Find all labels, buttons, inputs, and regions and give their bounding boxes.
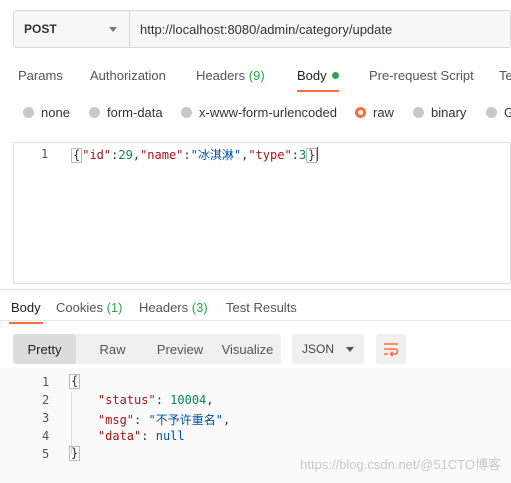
tab-label: Te: [499, 68, 511, 83]
brace-close: }: [306, 148, 318, 163]
tab-label: Test Results: [226, 300, 297, 315]
code-line: {"id":29,"name":"冰淇淋","type":3}: [71, 146, 319, 163]
cookies-count: (1): [106, 300, 123, 315]
wrap-lines-icon: [384, 343, 399, 357]
view-visualize-button[interactable]: Visualize: [214, 334, 281, 364]
radio-circle-icon: [89, 107, 100, 118]
tab-headers[interactable]: Headers (9): [196, 68, 265, 83]
tab-label: Headers: [196, 68, 246, 83]
tab-authorization[interactable]: Authorization: [90, 68, 166, 83]
tab-label: Body: [11, 300, 41, 315]
chevron-down-icon: [109, 26, 117, 32]
wrap-lines-button[interactable]: [376, 334, 406, 364]
tab-label: Pre-request Script: [369, 68, 474, 83]
method-label: POST: [24, 22, 57, 36]
url-input[interactable]: http://localhost:8080/admin/category/upd…: [130, 11, 510, 47]
json-key: "id": [82, 148, 112, 162]
json-key: "type": [248, 148, 292, 162]
json-key: "status": [97, 393, 156, 407]
view-mode-selector: Pretty Raw Preview Visualize: [13, 334, 281, 364]
json-key: "msg": [97, 413, 135, 427]
view-preview-button[interactable]: Preview: [146, 334, 214, 364]
modified-dot-icon: [331, 72, 339, 79]
view-raw-button[interactable]: Raw: [81, 334, 144, 364]
radio-urlencoded[interactable]: x-www-form-urlencoded: [181, 105, 337, 120]
response-line: "status": 10004,: [97, 393, 214, 407]
response-line: "msg": "不予许重名",: [97, 413, 231, 427]
json-value: "冰淇淋": [190, 148, 242, 162]
radio-label: raw: [373, 105, 394, 120]
headers-count: (3): [191, 300, 208, 315]
body-type-options: none form-data x-www-form-urlencoded raw…: [0, 103, 511, 123]
pane-divider[interactable]: [0, 289, 511, 290]
request-body-editor[interactable]: 1 {"id":29,"name":"冰淇淋","type":3}: [13, 142, 511, 284]
radio-label: none: [41, 105, 70, 120]
radio-binary[interactable]: binary: [413, 105, 466, 120]
method-select[interactable]: POST: [14, 11, 130, 47]
json-value: 29: [118, 148, 133, 162]
request-bar: POST http://localhost:8080/admin/categor…: [13, 10, 511, 48]
line-number: 1: [42, 375, 50, 389]
brace-open: {: [69, 374, 81, 389]
json-key: "data": [97, 429, 142, 443]
tab-divider: [0, 320, 511, 321]
format-select[interactable]: JSON: [292, 334, 364, 364]
tab-label: Body: [297, 68, 327, 83]
tab-body[interactable]: Body: [297, 68, 339, 92]
line-number: 1: [41, 147, 49, 161]
radio-circle-icon: [486, 107, 497, 118]
response-tab-headers[interactable]: Headers (3): [139, 300, 208, 315]
watermark: https://blog.csdn.net/@51CTO博客: [300, 457, 501, 472]
view-pretty-button[interactable]: Pretty: [13, 334, 76, 364]
json-key: "name": [140, 148, 184, 162]
response-tab-test-results[interactable]: Test Results: [226, 300, 297, 315]
radio-selected-icon: [355, 107, 366, 118]
radio-circle-icon: [181, 107, 192, 118]
brace-close: }: [69, 446, 81, 461]
radio-label: form-data: [107, 105, 163, 120]
tab-pre-request-script[interactable]: Pre-request Script: [369, 68, 474, 83]
radio-circle-icon: [23, 107, 34, 118]
json-value: 10004: [170, 393, 207, 407]
radio-label: binary: [431, 105, 467, 120]
text-cursor: [317, 147, 319, 161]
json-value: 3: [298, 148, 307, 162]
line-number: 4: [42, 429, 50, 443]
response-line: {: [69, 374, 81, 389]
tab-params[interactable]: Params: [18, 68, 63, 83]
tab-tests[interactable]: Te: [499, 68, 511, 83]
radio-none[interactable]: none: [23, 105, 70, 120]
tab-label: Cookies: [56, 300, 103, 315]
radio-raw[interactable]: raw: [355, 105, 394, 120]
line-number: 3: [42, 411, 50, 425]
request-tabs: Params Authorization Headers (9) Body Pr…: [0, 60, 511, 92]
json-value: "不予许重名": [148, 413, 223, 427]
tab-label: Headers: [139, 300, 189, 315]
response-tab-body[interactable]: Body: [9, 300, 43, 324]
chevron-down-icon: [346, 346, 354, 352]
radio-label: x-www-form-urlencoded: [199, 105, 337, 120]
radio-circle-icon: [413, 107, 424, 118]
radio-graphql[interactable]: G: [486, 105, 511, 120]
response-tab-cookies[interactable]: Cookies (1): [56, 300, 122, 315]
response-line: "data": null: [97, 429, 185, 443]
headers-count: (9): [248, 68, 265, 83]
line-number: 2: [42, 393, 50, 407]
radio-label: G: [504, 105, 511, 120]
radio-form-data[interactable]: form-data: [89, 105, 163, 120]
tab-label: Authorization: [90, 68, 166, 83]
brace-open: {: [71, 148, 83, 163]
response-line: }: [69, 446, 81, 461]
tab-label: Params: [18, 68, 63, 83]
line-number: 5: [42, 447, 50, 461]
format-label: JSON: [302, 342, 335, 356]
json-value: null: [155, 429, 185, 443]
